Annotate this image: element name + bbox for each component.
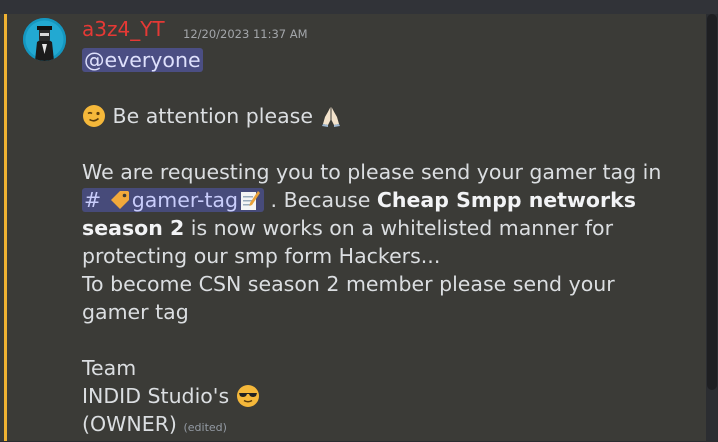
memo-icon (238, 188, 262, 212)
become-line: To become CSN season 2 member please sen… (82, 272, 615, 296)
because-text: . Because (264, 188, 377, 212)
avatar[interactable] (23, 18, 66, 61)
author-username[interactable]: a3z4_YT (82, 16, 165, 42)
channel-hash: # (84, 188, 102, 212)
whitelist-text: is now works on a whitelisted manner for (184, 216, 614, 240)
team-line: Team (82, 356, 137, 380)
everyone-mention[interactable]: @everyone (82, 48, 203, 72)
channel-name: gamer-tag (131, 188, 239, 212)
previous-message-strip (0, 0, 718, 14)
message-timestamp: 12/20/2023 11:37 AM (183, 27, 308, 41)
message-content: @everyone Be attention please We are req… (82, 46, 692, 438)
folded-hands-icon (319, 104, 343, 128)
winking-face-icon (82, 104, 106, 128)
owner-text: (OWNER) (82, 412, 177, 436)
studio-text: INDID Studio's (82, 384, 230, 408)
bold-season: season 2 (82, 216, 185, 240)
protect-line: protecting our smp form Hackers... (82, 244, 441, 268)
mention-highlight-bar (4, 14, 7, 441)
sunglasses-face-icon (236, 384, 260, 408)
scrollbar-thumb[interactable] (707, 14, 717, 390)
channel-mention-gamer-tag[interactable]: # gamer-tag (82, 188, 265, 212)
attention-text: Be attention please (112, 104, 313, 128)
bold-network-name: Cheap Smpp networks (376, 188, 636, 212)
gamertag-line: gamer tag (82, 300, 189, 324)
edited-label: (edited) (183, 421, 227, 434)
request-line: We are requesting you to please send you… (82, 160, 662, 184)
label-tag-icon (108, 188, 132, 212)
